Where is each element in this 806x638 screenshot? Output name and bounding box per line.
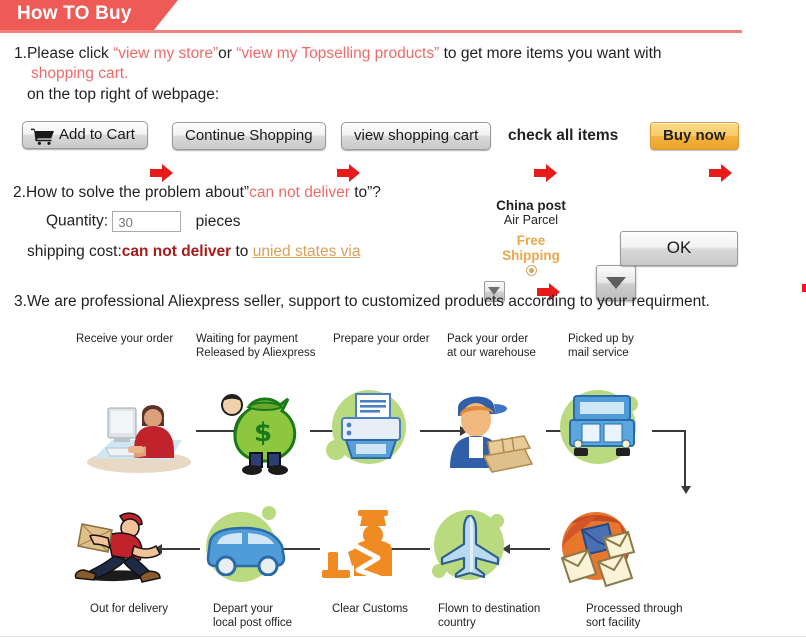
page-header-banner: How TO Buy: [0, 0, 806, 33]
buy-now-button[interactable]: Buy now: [650, 122, 739, 150]
mail-truck-icon: [556, 384, 648, 474]
shipping-cost-label: shipping cost:: [27, 243, 122, 260]
mail-sorting-icon: [548, 504, 644, 594]
person-at-computer-icon: [84, 388, 194, 474]
header-tab-slant: [154, 0, 178, 30]
flow-label-pack-your-order: Pack your order at our warehouse: [447, 333, 536, 359]
link-view-my-store[interactable]: “view my store”: [113, 45, 218, 62]
view-shopping-cart-button[interactable]: view shopping cart: [341, 122, 492, 150]
add-to-cart-label: Add to Cart: [59, 126, 135, 143]
arrow-head: [162, 164, 173, 182]
arrow-head: [545, 164, 557, 182]
flow-label-depart-local-post-office: Depart your local post office: [213, 603, 293, 629]
page-title: How TO Buy: [17, 3, 132, 24]
section1-line3: on the top right of webpage:: [27, 86, 220, 103]
continue-shopping-label[interactable]: Continue Shopping: [172, 122, 326, 150]
section3-paragraph: 3.We are professional Aliexpress seller,…: [14, 292, 710, 312]
section1-text-c: to get more items you want with: [439, 45, 662, 62]
flow-connector-down: [684, 430, 686, 488]
warehouse-worker-icon: [440, 382, 538, 476]
china-post-subtitle: Air Parcel: [503, 213, 559, 227]
flow-arrow-3-icon: [533, 164, 559, 182]
section1-paragraph: 1.Please click “view my store”or “view m…: [14, 44, 662, 64]
van-blob-small: [262, 506, 276, 520]
flow-arrow-2-icon: [337, 164, 362, 182]
link-view-topselling-products[interactable]: “view my Topselling products”: [236, 45, 439, 62]
flow-label-waiting-for-payment: Waiting for payment Released by Aliexpre…: [196, 333, 316, 359]
flow-arrowhead-down-icon: [681, 486, 691, 494]
flow-label-clear-customs: Clear Customs: [332, 603, 409, 615]
section3-text: We are professional Aliexpress seller, s…: [26, 293, 710, 310]
section2-number: 2.: [13, 184, 26, 201]
svg-text:$: $: [254, 418, 272, 448]
section2-heading: 2.How to solve the problem about”can not…: [13, 183, 381, 203]
flow-label-prepare-your-order: Prepare your order: [333, 333, 430, 345]
shopping-cart-icon: [31, 127, 55, 145]
footer-divider: [0, 636, 806, 637]
flow-label-picked-up-by-mail-service: Picked up by mail service: [568, 333, 634, 359]
section1-shopping-cart-highlight: shopping cart.: [31, 65, 129, 82]
ok-button[interactable]: OK: [620, 231, 738, 266]
arrow-shaft: [802, 284, 806, 292]
airplane-icon: [428, 506, 514, 592]
buy-now-label[interactable]: Buy now: [650, 122, 739, 150]
shipping-cost-row: shipping cost:can not deliver to unied s…: [27, 242, 360, 262]
free-shipping-line2: Shipping: [502, 248, 560, 263]
money-bag-icon: $: [210, 385, 306, 477]
check-all-items-label: check all items: [508, 127, 619, 144]
flow-arrow-6-icon: [802, 279, 806, 297]
flow-label-receive-your-order: Receive your order: [76, 333, 174, 345]
country-select-link[interactable]: unied states via: [253, 243, 361, 260]
customs-officer-icon: [318, 508, 404, 590]
header-divider-rule: [0, 30, 742, 33]
add-to-cart-button-surface[interactable]: Add to Cart: [22, 121, 148, 149]
section1-text-a: Please click: [26, 45, 114, 62]
flow-arrow-4-icon: [709, 164, 734, 182]
shipping-error-text: can not deliver: [121, 243, 232, 260]
delivery-van-icon: [196, 506, 290, 592]
running-courier-icon: [68, 506, 168, 592]
section2-heading-a: How to solve the problem about”: [25, 184, 250, 201]
section2-heading-b: to”?: [349, 184, 381, 201]
free-shipping-option[interactable]: Free Shipping: [471, 233, 591, 276]
section3-number: 3.: [14, 293, 27, 310]
view-shopping-cart-label[interactable]: view shopping cart: [341, 122, 492, 150]
quantity-unit-label: pieces: [195, 212, 241, 230]
printer-icon: [326, 384, 412, 474]
flow-label-out-for-delivery: Out for delivery: [90, 603, 168, 615]
flow-connector-6: [508, 548, 550, 550]
quantity-input[interactable]: 30: [112, 211, 182, 232]
section1-number: 1.: [14, 45, 27, 62]
free-shipping-line1: Free: [516, 233, 546, 248]
ok-button-label[interactable]: OK: [620, 231, 738, 266]
china-post-block: China post Air Parcel: [471, 198, 591, 227]
section2-heading-highlight: can not deliver: [249, 184, 350, 201]
flow-label-processed-through-sort-facility: Processed through sort facility: [586, 603, 683, 629]
free-shipping-radio[interactable]: [525, 265, 537, 276]
section1-text-b: or: [218, 45, 237, 62]
flow-connector-5: [652, 430, 686, 432]
shipping-to-text: to: [231, 243, 253, 260]
quantity-label: Quantity:: [46, 212, 109, 230]
arrow-head: [349, 164, 361, 182]
arrow-head: [721, 164, 733, 182]
chevron-down-icon: [605, 277, 626, 289]
flow-label-flown-to-destination: Flown to destination country: [438, 603, 541, 629]
china-post-title: China post: [496, 198, 566, 213]
flow-arrow-1-icon: [150, 164, 175, 182]
quantity-row: Quantity: 30 pieces: [46, 211, 240, 232]
continue-shopping-button[interactable]: Continue Shopping: [172, 122, 326, 150]
add-to-cart-button[interactable]: Add to Cart: [22, 121, 148, 149]
